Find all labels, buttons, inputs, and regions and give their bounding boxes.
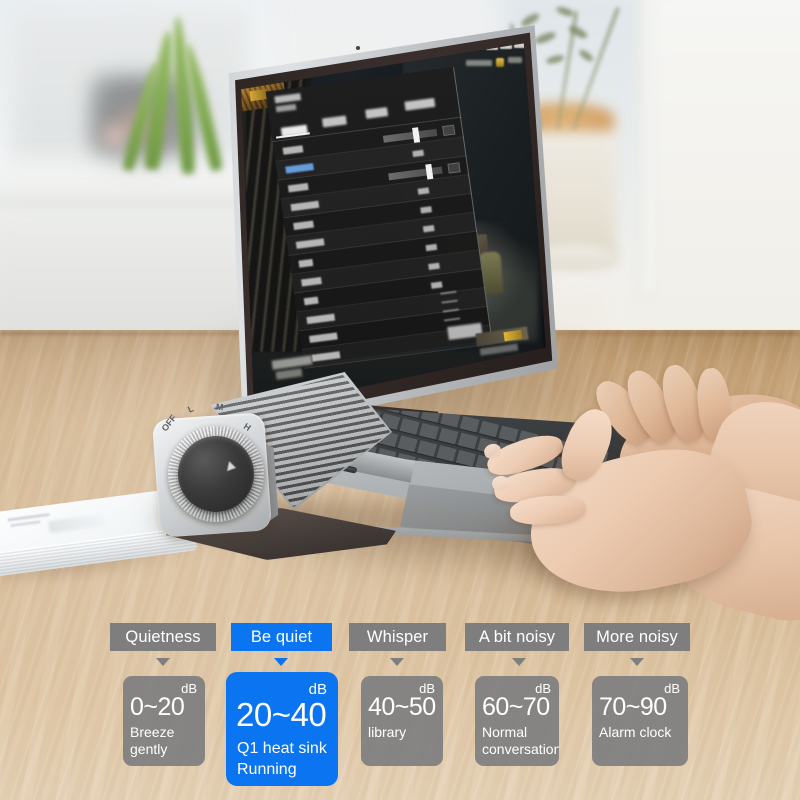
level-description: library xyxy=(368,724,407,740)
product-photo-scene: PLAY BAT xyxy=(0,0,800,800)
level-pointer-arrow xyxy=(390,658,404,666)
level-pill-a-bit-noisy[interactable]: A bit noisy xyxy=(465,623,569,651)
decibel-range: 60~70 xyxy=(482,693,550,721)
noise-level-infographic: Quietness dB 0~20 Breeze gently Be quiet… xyxy=(0,0,800,800)
level-description: Alarm clock xyxy=(599,724,672,740)
decibel-range: 70~90 xyxy=(599,693,667,721)
level-pointer-arrow xyxy=(156,658,170,666)
level-pill-be-quiet[interactable]: Be quiet xyxy=(231,623,332,651)
level-pointer-arrow xyxy=(512,658,526,666)
level-pill-more-noisy[interactable]: More noisy xyxy=(584,623,690,651)
level-description: Normal conversation xyxy=(482,724,559,757)
level-card-quietness[interactable]: dB 0~20 Breeze gently xyxy=(123,676,205,766)
decibel-range: 20~40 xyxy=(236,696,327,733)
level-card-more-noisy[interactable]: dB 70~90 Alarm clock xyxy=(592,676,688,766)
level-card-whisper[interactable]: dB 40~50 library xyxy=(361,676,443,766)
level-pointer-arrow-active xyxy=(274,658,288,666)
level-card-a-bit-noisy[interactable]: dB 60~70 Normal conversation xyxy=(475,676,559,766)
level-pill-whisper[interactable]: Whisper xyxy=(349,623,446,651)
level-pointer-arrow xyxy=(630,658,644,666)
level-card-be-quiet[interactable]: dB 20~40 Q1 heat sink Running xyxy=(226,672,338,786)
level-pill-quietness[interactable]: Quietness xyxy=(110,623,216,651)
decibel-range: 40~50 xyxy=(368,693,436,721)
unit-label: dB xyxy=(308,681,327,698)
level-description: Q1 heat sink Running xyxy=(237,740,327,778)
decibel-range: 0~20 xyxy=(130,693,185,721)
level-description: Breeze gently xyxy=(130,724,175,757)
